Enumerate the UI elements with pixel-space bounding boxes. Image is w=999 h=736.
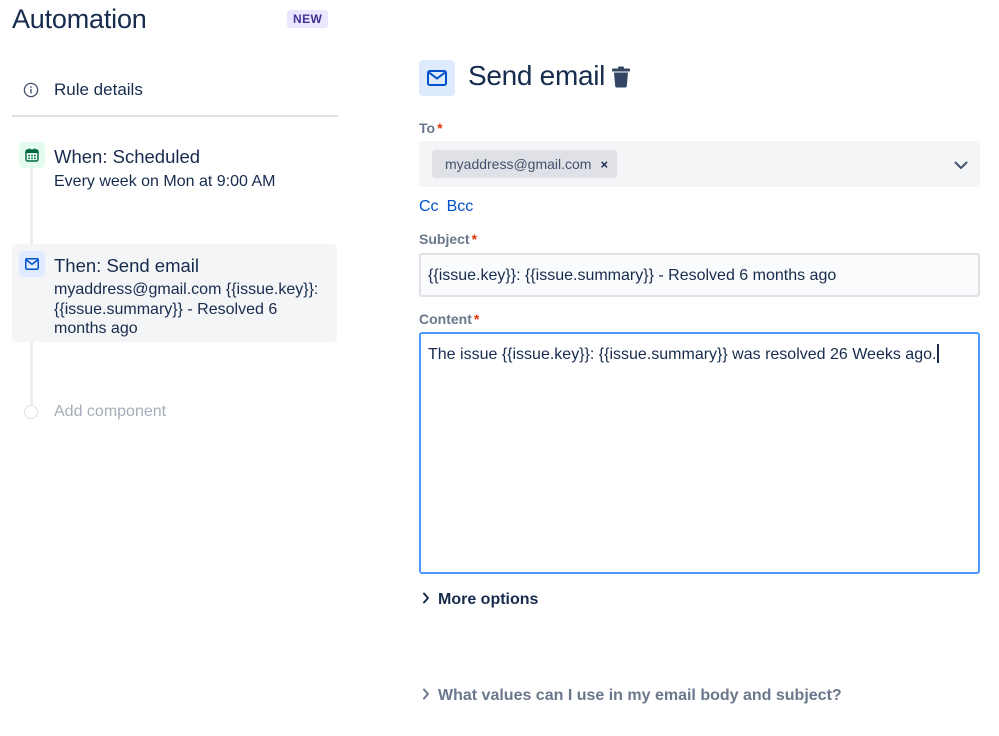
- info-icon: [12, 82, 50, 98]
- new-badge: NEW: [287, 10, 329, 28]
- action-step[interactable]: Then: Send email myaddress@gmail.com {{i…: [12, 244, 337, 342]
- trigger-step[interactable]: When: Scheduled Every week on Mon at 9:0…: [12, 138, 337, 198]
- required-marker: *: [471, 231, 478, 247]
- chevron-right-icon: [422, 591, 430, 609]
- subject-input[interactable]: {{issue.key}}: {{issue.summary}} - Resol…: [419, 253, 980, 297]
- cc-bcc-links: Cc Bcc: [419, 198, 473, 216]
- text-caret: [937, 344, 939, 363]
- add-component-label: Add component: [54, 403, 167, 420]
- cc-link[interactable]: Cc: [419, 198, 439, 216]
- content-label-text: Content: [419, 311, 472, 327]
- subject-label: Subject *: [419, 231, 477, 247]
- add-component-circle-icon: [24, 405, 38, 419]
- calendar-icon: [19, 142, 45, 168]
- required-marker: *: [437, 120, 443, 136]
- to-recipients-select[interactable]: myaddress@gmail.com ×: [419, 141, 980, 187]
- page-title: Automation: [12, 4, 147, 34]
- action-step-subtitle: myaddress@gmail.com {{issue.key}}: {{iss…: [54, 281, 319, 337]
- trigger-step-subtitle: Every week on Mon at 9:00 AM: [54, 173, 276, 190]
- bcc-link[interactable]: Bcc: [447, 198, 474, 216]
- editor-title: Send email: [468, 60, 606, 91]
- subject-label-text: Subject: [419, 231, 470, 247]
- to-label: To *: [419, 120, 443, 136]
- content-text: The issue {{issue.key}}: {{issue.summary…: [428, 346, 937, 363]
- recipient-chip: myaddress@gmail.com ×: [432, 150, 618, 178]
- action-step-title: Then: Send email: [54, 255, 200, 276]
- chevron-right-icon: [422, 687, 430, 705]
- remove-recipient-icon[interactable]: ×: [600, 157, 608, 172]
- recipient-chip-label: myaddress@gmail.com: [445, 156, 592, 172]
- mail-icon: [419, 60, 455, 96]
- more-options-toggle[interactable]: More options: [422, 591, 538, 609]
- rule-details-item[interactable]: Rule details: [12, 70, 337, 110]
- trash-icon[interactable]: [611, 66, 631, 93]
- more-options-label: More options: [438, 591, 539, 608]
- to-label-text: To: [419, 120, 436, 136]
- content-textarea[interactable]: The issue {{issue.key}}: {{issue.summary…: [419, 332, 980, 574]
- mail-icon: [19, 251, 45, 277]
- help-values-toggle[interactable]: What values can I use in my email body a…: [422, 687, 842, 705]
- chevron-down-icon[interactable]: [954, 157, 968, 175]
- trigger-step-title: When: Scheduled: [54, 146, 201, 167]
- add-component-button[interactable]: Add component: [12, 400, 166, 424]
- required-marker: *: [473, 311, 480, 327]
- content-label: Content *: [419, 311, 479, 327]
- rule-details-label: Rule details: [54, 80, 143, 99]
- help-values-label: What values can I use in my email body a…: [438, 687, 842, 704]
- sidebar-divider: [12, 115, 338, 117]
